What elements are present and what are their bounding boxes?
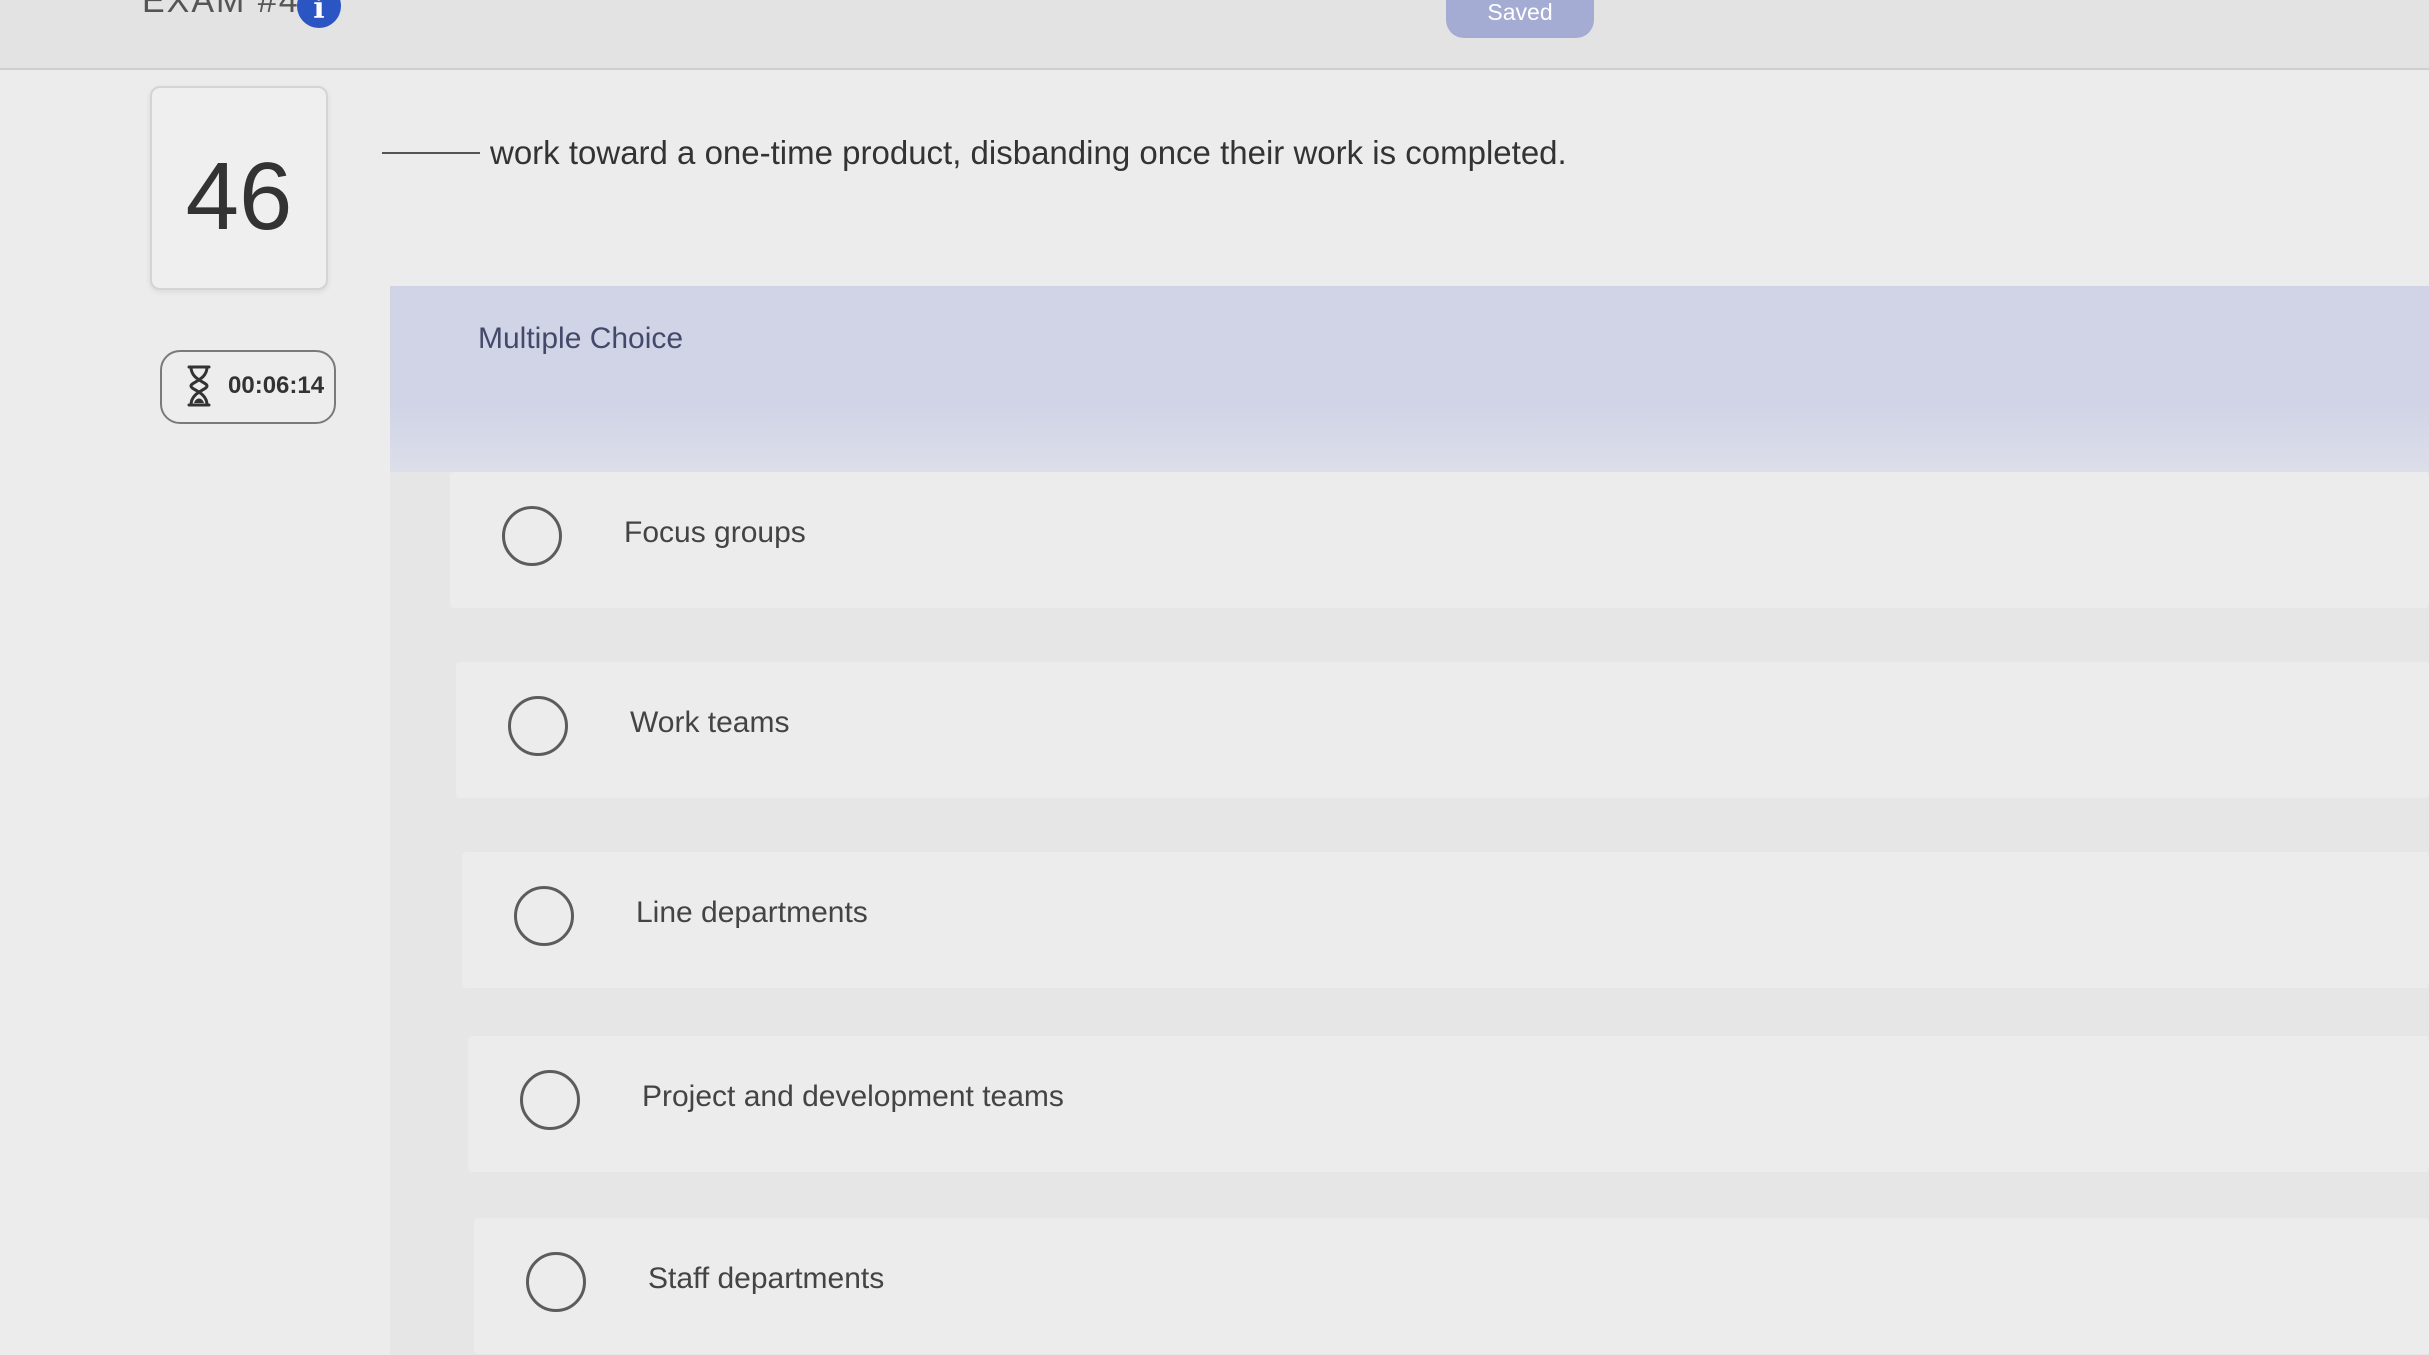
exam-title: EXAM #4 xyxy=(142,0,300,20)
question-number-box: 46 xyxy=(150,86,328,290)
answer-option-staff-departments[interactable]: Staff departments xyxy=(474,1218,2429,1354)
option-label[interactable]: Staff departments xyxy=(648,1262,884,1296)
answer-option-focus-groups[interactable]: Focus groups xyxy=(450,472,2429,608)
question-blank xyxy=(382,152,480,154)
answer-option-project-and-development-teams[interactable]: Project and development teams xyxy=(468,1036,2429,1172)
radio-button[interactable] xyxy=(502,506,562,566)
option-label[interactable]: Focus groups xyxy=(624,516,806,550)
question-prompt: work toward a one-time product, disbandi… xyxy=(382,134,1567,172)
hourglass-icon xyxy=(187,365,211,407)
saved-status-badge: Saved xyxy=(1446,0,1594,38)
option-label[interactable]: Work teams xyxy=(630,706,789,740)
question-type-label: Multiple Choice xyxy=(478,322,684,355)
answer-panel: Multiple Choice Focus groups Work teams … xyxy=(390,286,2429,1355)
question-number: 46 xyxy=(185,143,293,250)
radio-button[interactable] xyxy=(508,696,568,756)
radio-button[interactable] xyxy=(520,1070,580,1130)
option-label[interactable]: Project and development teams xyxy=(642,1080,1064,1114)
question-text: work toward a one-time product, disbandi… xyxy=(490,134,1567,171)
timer-value: 00:06:14 xyxy=(228,372,325,399)
info-icon[interactable]: i xyxy=(297,0,341,28)
radio-button[interactable] xyxy=(526,1252,586,1312)
option-label[interactable]: Line departments xyxy=(636,896,868,930)
timer: 00:06:14 xyxy=(160,350,336,424)
radio-button[interactable] xyxy=(514,886,574,946)
answer-option-line-departments[interactable]: Line departments xyxy=(462,852,2429,988)
answer-option-work-teams[interactable]: Work teams xyxy=(456,662,2429,798)
question-type-header: Multiple Choice xyxy=(390,286,2429,472)
top-bar: EXAM #4 i Saved xyxy=(0,0,2429,70)
